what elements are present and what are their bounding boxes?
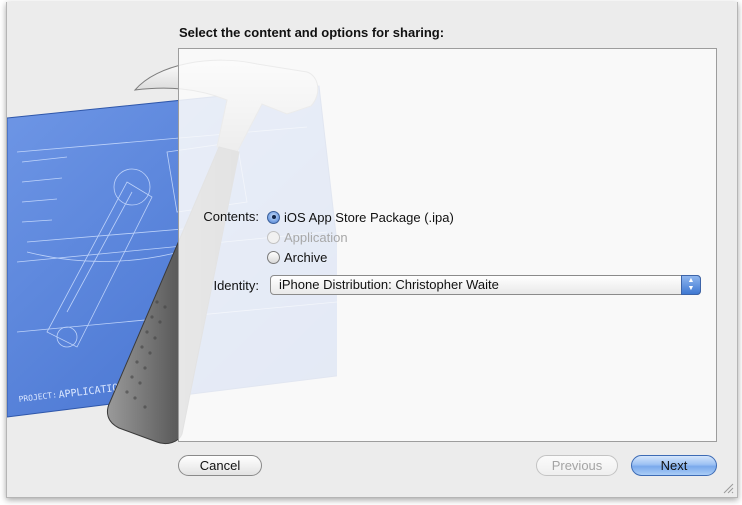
radio-application-label: Application bbox=[284, 229, 348, 245]
up-down-chevron-icon[interactable]: ▲ ▼ bbox=[681, 275, 701, 295]
radio-selected-icon[interactable] bbox=[267, 210, 280, 224]
radio-disabled-icon bbox=[267, 230, 280, 244]
radio-ipa[interactable]: iOS App Store Package (.ipa) bbox=[267, 208, 454, 226]
share-dialog: PROJECT: APPLICATION.APP Select the cont… bbox=[6, 2, 738, 498]
contents-label: Contents: bbox=[203, 209, 259, 224]
resize-grip-icon[interactable] bbox=[722, 482, 734, 494]
radio-archive[interactable]: Archive bbox=[267, 248, 327, 266]
radio-unselected-icon[interactable] bbox=[267, 250, 280, 264]
cancel-button[interactable]: Cancel bbox=[178, 455, 262, 476]
radio-application: Application bbox=[267, 228, 348, 246]
identity-label: Identity: bbox=[213, 278, 259, 293]
radio-ipa-label[interactable]: iOS App Store Package (.ipa) bbox=[284, 210, 454, 225]
identity-popup-value[interactable]: iPhone Distribution: Christopher Waite bbox=[279, 277, 499, 292]
dialog-title: Select the content and options for shari… bbox=[179, 25, 445, 40]
radio-archive-label[interactable]: Archive bbox=[284, 250, 327, 265]
identity-popup[interactable]: iPhone Distribution: Christopher Waite ▲… bbox=[270, 275, 701, 295]
next-button[interactable]: Next bbox=[631, 455, 717, 476]
options-panel bbox=[178, 48, 717, 442]
previous-button: Previous bbox=[536, 455, 618, 476]
